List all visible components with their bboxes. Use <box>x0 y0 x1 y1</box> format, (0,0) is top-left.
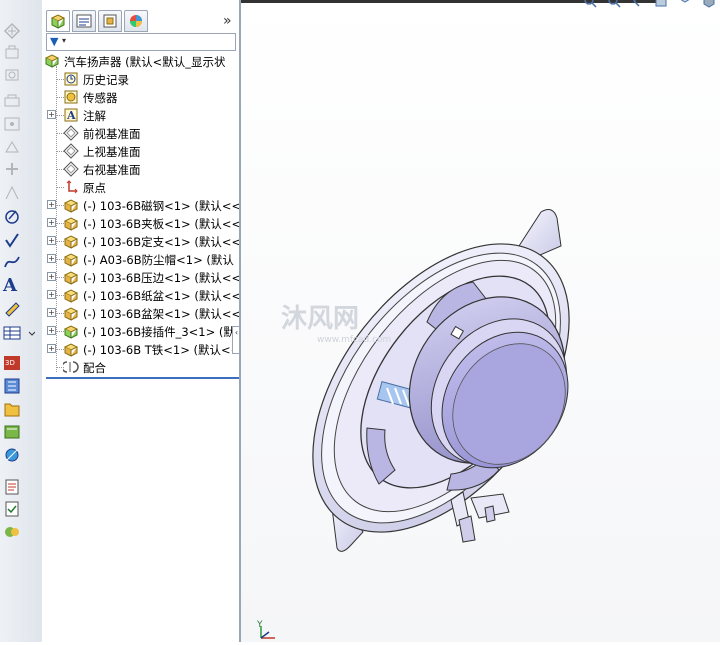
filter-icon[interactable]: ▼ <box>50 35 58 48</box>
measure-icon[interactable] <box>3 300 21 318</box>
reference-geometry-icon[interactable] <box>3 184 21 202</box>
expand-toggle[interactable]: + <box>47 218 56 227</box>
part-icon <box>63 215 79 231</box>
sensor-icon <box>63 89 79 105</box>
assembly-icon <box>44 53 60 69</box>
insert-component-icon[interactable] <box>3 22 21 40</box>
tree-item-label: 上视基准面 <box>83 145 141 159</box>
feature-tree: 汽车扬声器 (默认<默认_显示状历史记录传感器 + A 注解前视基准面上视基准面右视基… <box>42 52 239 382</box>
annotation-icon: A <box>63 107 79 123</box>
move-component-icon[interactable] <box>3 115 21 133</box>
explorer-icon[interactable] <box>3 400 21 418</box>
expand-toggle[interactable]: + <box>47 344 56 353</box>
part-icon <box>63 251 79 267</box>
tree-item-label: (-) 103-6B盆架<1> (默认<< <box>83 307 239 321</box>
smart-fasteners-icon[interactable] <box>3 92 21 110</box>
tree-item-label: (-) 103-6B纸盆<1> (默认<< <box>83 289 239 303</box>
tree-filter[interactable]: ▼ ▾ <box>46 33 236 51</box>
show-hidden-icon[interactable] <box>3 138 21 156</box>
tree-root-label: 汽车扬声器 (默认<默认_显示状 <box>64 55 226 69</box>
svg-text:3D: 3D <box>5 359 15 367</box>
forum-icon[interactable] <box>3 523 21 541</box>
svg-text:A: A <box>66 109 76 122</box>
display-manager-icon <box>130 15 142 27</box>
watermark-url: www.mfcad.com <box>317 335 392 345</box>
feature-tree-icon <box>50 14 66 29</box>
part-icon <box>63 197 79 213</box>
tab-feature-manager[interactable] <box>46 10 70 32</box>
3d-content-icon[interactable]: 3D <box>3 354 21 372</box>
part-icon <box>63 233 79 249</box>
triad-label: Y <box>257 620 263 630</box>
graphics-area[interactable]: 沐风网 www.mfcad.com Y <box>241 0 720 642</box>
watermark-text: 沐风网 <box>281 304 360 334</box>
assembly-features-icon[interactable] <box>3 160 21 178</box>
mate-icon[interactable] <box>3 44 21 62</box>
plane-icon <box>63 143 79 159</box>
tree-item-label: 右视基准面 <box>83 163 141 177</box>
design-checker-icon[interactable] <box>3 500 21 518</box>
part-icon <box>63 341 79 357</box>
tab-property-manager[interactable] <box>72 10 96 32</box>
curve-icon[interactable] <box>3 253 21 271</box>
tree-item-label: (-) A03-6B防尘帽<1> (默认 <box>83 253 234 267</box>
tree-divider <box>46 377 239 379</box>
tree-item-label: (-) 103-6B磁钢<1> (默认<< <box>83 199 239 213</box>
expand-toggle[interactable]: + <box>47 110 56 119</box>
panel-collapse-handle[interactable]: ‹ <box>232 326 239 354</box>
expand-toggle[interactable]: + <box>47 290 56 299</box>
tree-item-label: 原点 <box>83 181 106 195</box>
tree-item-label: (-) 103-6B接插件_3<1> (默 <box>83 325 235 339</box>
expand-toggle[interactable]: + <box>47 308 56 317</box>
watermark: 沐风网 www.mfcad.com <box>281 298 391 345</box>
expand-toggle[interactable]: + <box>47 236 56 245</box>
tree-item-label: 传感器 <box>83 91 118 105</box>
feature-manager-panel: » ▼ ▾ 汽车扬声器 (默认<默认_显示状历史记录传感器 + A 注解前视基准面上视… <box>42 0 241 642</box>
tree-guide-line <box>56 66 57 372</box>
part-icon <box>63 287 79 303</box>
tree-item-label: (-) 103-6B定支<1> (默认<< <box>83 235 239 249</box>
configuration-manager-icon <box>103 14 117 28</box>
part-icon <box>63 305 79 321</box>
table-dropdown-icon[interactable] <box>3 324 35 342</box>
tree-item-label: (-) 103-6B夹板<1> (默认<< <box>83 217 239 231</box>
history-icon <box>63 71 79 87</box>
tree-item-label: 前视基准面 <box>83 127 141 141</box>
part-icon <box>63 269 79 285</box>
tree-item-label: (-) 103-6B压边<1> (默认<< <box>83 271 239 285</box>
view-palette-icon[interactable] <box>3 423 21 441</box>
command-toolbar: A 3D <box>0 0 43 642</box>
tab-display-manager[interactable] <box>124 10 148 32</box>
tree-item-label: 配合 <box>83 361 106 375</box>
tree-item-label: (-) 103-6B T铁<1> (默认<< <box>83 343 239 357</box>
chevron-down-icon[interactable]: ▾ <box>62 36 66 45</box>
origin-icon <box>63 179 79 195</box>
tab-configuration-manager[interactable] <box>98 10 122 32</box>
expand-toggle[interactable]: + <box>47 254 56 263</box>
library-icon[interactable] <box>3 377 21 395</box>
check-sheet-icon[interactable] <box>3 231 21 249</box>
custom-properties-icon[interactable] <box>3 478 21 496</box>
plane-icon <box>63 161 79 177</box>
expand-toggle[interactable]: + <box>47 326 56 335</box>
property-manager-icon <box>76 14 92 28</box>
mates-icon <box>63 359 79 375</box>
subassembly-icon <box>63 323 79 339</box>
plane-icon <box>63 125 79 141</box>
text-icon[interactable]: A <box>3 277 21 295</box>
panel-tabs: » <box>42 6 239 32</box>
sketch-icon[interactable] <box>3 207 21 225</box>
coordinate-triad: Y <box>255 620 285 645</box>
appearance-icon[interactable] <box>3 446 21 464</box>
linear-pattern-icon[interactable] <box>3 66 21 84</box>
expand-toggle[interactable]: + <box>47 200 56 209</box>
expand-panel-button[interactable]: » <box>223 13 232 29</box>
tree-item-label: 历史记录 <box>83 73 129 87</box>
tree-item-label: 注解 <box>83 109 106 123</box>
expand-toggle[interactable]: + <box>47 272 56 281</box>
